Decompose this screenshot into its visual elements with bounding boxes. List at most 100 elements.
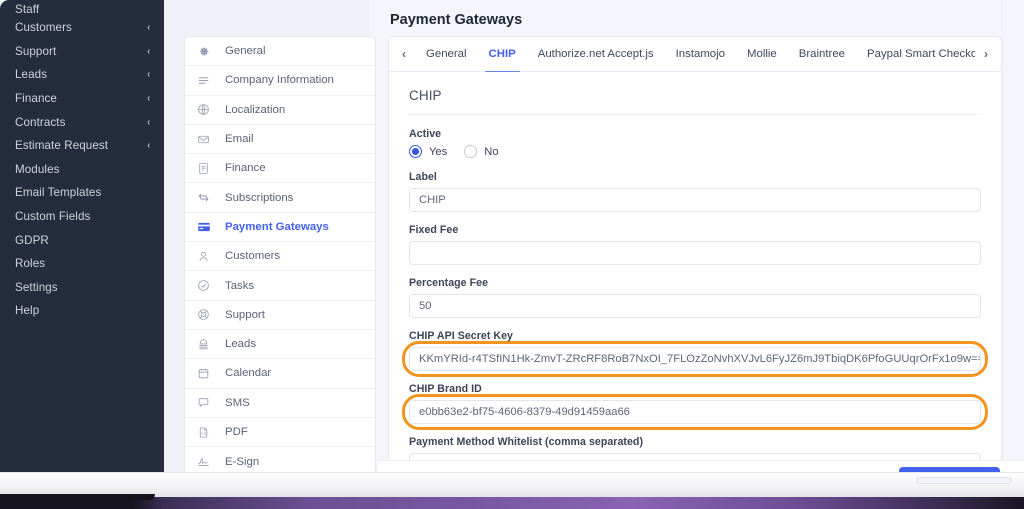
settings-item-tasks[interactable]: Tasks <box>185 271 375 300</box>
nav-item-label: Custom Fields <box>15 210 90 223</box>
field-label-fixed-fee: Fixed Fee <box>409 224 981 236</box>
settings-item-subscriptions[interactable]: Subscriptions <box>185 183 375 212</box>
field-label-percentage-fee: Percentage Fee <box>409 277 981 289</box>
nav-item-label: Settings <box>15 281 58 294</box>
field-label-chip-api-secret-key: CHIP API Secret Key <box>409 330 981 342</box>
settings-item-payment-gateways[interactable]: Payment Gateways <box>185 213 375 242</box>
nav-item-label: Support <box>15 45 56 58</box>
nav-item-finance[interactable]: Finance ‹ <box>0 87 164 111</box>
device-frame-strip <box>0 497 1024 509</box>
nav-item-support[interactable]: Support‹ <box>0 40 164 64</box>
nav-item-estimate-request[interactable]: Estimate Request ‹ <box>0 134 164 158</box>
calendar-icon <box>197 366 216 380</box>
settings-item-finance[interactable]: Finance <box>185 154 375 183</box>
settings-item-support[interactable]: Support <box>185 301 375 330</box>
field-input-percentage-fee[interactable]: 50 <box>409 294 981 318</box>
field-group-fixed-fee: Fixed Fee <box>409 224 981 265</box>
settings-item-label: Company Information <box>225 74 334 86</box>
tab-authorize-net-accept-js[interactable]: Authorize.net Accept.js <box>527 37 665 72</box>
nav-item-label: Help <box>15 304 39 317</box>
settings-item-general[interactable]: General <box>185 37 375 66</box>
tab-label: Instamojo <box>676 48 725 60</box>
nav-item-help[interactable]: Help <box>0 299 164 323</box>
settings-item-label: PDF <box>225 426 248 438</box>
settings-item-label: Finance <box>225 162 266 174</box>
field-group-percentage-fee: Percentage Fee 50 <box>409 277 981 318</box>
settings-item-label: Email <box>225 133 253 145</box>
settings-item-customers[interactable]: Customers <box>185 242 375 271</box>
field-input-chip-api-secret-key[interactable]: KKmYRId-r4TSfIN1Hk-ZmvT-ZRcRF8RoB7NxOI_7… <box>409 347 981 371</box>
form-divider <box>409 114 981 115</box>
tabs-scroll-area[interactable]: GeneralCHIPAuthorize.net Accept.js Instam… <box>415 37 975 72</box>
field-input-label[interactable]: CHIP <box>409 188 981 212</box>
nav-item-label: Staff <box>15 3 39 16</box>
settings-item-calendar[interactable]: Calendar <box>185 359 375 388</box>
page-title: Payment Gateways <box>390 12 522 28</box>
settings-item-label: General <box>225 45 266 57</box>
settings-item-sms[interactable]: SMS <box>185 389 375 418</box>
nav-item-gdpr[interactable]: GDPR <box>0 228 164 252</box>
nav-item-label: Modules <box>15 163 60 176</box>
field-label-payment-method-whitelist-comma-separated: Payment Method Whitelist (comma separate… <box>409 436 981 448</box>
settings-item-label: Subscriptions <box>225 192 293 204</box>
settings-item-label: SMS <box>225 397 250 409</box>
nav-item-customers[interactable]: Customers‹ <box>0 16 164 40</box>
gateway-tabs: ‹ GeneralCHIPAuthorize.net Accept.js Inst… <box>389 37 1001 72</box>
tab-chip[interactable]: CHIP <box>478 37 527 72</box>
form-heading: CHIP <box>409 88 981 114</box>
active-yes-radio[interactable] <box>409 145 422 158</box>
settings-item-localization[interactable]: Localization <box>185 96 375 125</box>
settings-item-email[interactable]: Email <box>185 125 375 154</box>
nav-item-roles[interactable]: Roles <box>0 252 164 276</box>
nav-item-label: Estimate Request <box>15 139 108 152</box>
chevron-left-icon: ‹ <box>147 69 150 80</box>
nav-item-contracts[interactable]: Contracts‹ <box>0 110 164 134</box>
gear-icon <box>197 44 216 58</box>
field-group-chip-brand-id: CHIP Brand ID e0bb63e2-bf75-4606-8379-49d… <box>409 383 981 424</box>
pdf-document-icon: PDF <box>197 425 216 439</box>
field-input-chip-brand-id[interactable]: e0bb63e2-bf75-4606-8379-49d91459aa66 <box>409 400 981 424</box>
chevron-left-icon: ‹ <box>147 22 150 33</box>
nav-item-label: GDPR <box>15 234 49 247</box>
active-label: Active <box>409 128 981 140</box>
tab-instamojo[interactable]: Instamojo <box>665 37 736 72</box>
globe-icon <box>197 103 216 117</box>
tab-braintree[interactable]: Braintree <box>788 37 856 72</box>
envelope-icon <box>197 132 216 146</box>
refresh-cycle-icon <box>197 191 216 205</box>
nav-item-modules[interactable]: Modules <box>0 158 164 182</box>
tabs-next-arrow-icon[interactable]: › <box>975 37 997 71</box>
settings-item-pdf[interactable]: PDF PDF <box>185 418 375 447</box>
settings-item-company-information[interactable]: Company Information <box>185 66 375 95</box>
settings-item-label: Support <box>225 309 265 321</box>
nav-item-custom-fields[interactable]: Custom Fields <box>0 205 164 229</box>
settings-item-leads[interactable]: Leads <box>185 330 375 359</box>
tabs-prev-arrow-icon[interactable]: ‹ <box>393 37 415 71</box>
list-lines-icon <box>197 73 216 87</box>
lifebuoy-icon <box>197 308 216 322</box>
nav-item-leads[interactable]: Leads ‹ <box>0 63 164 87</box>
tab-mollie[interactable]: Mollie <box>736 37 788 72</box>
browser-bottom-tab[interactable] <box>916 477 1012 484</box>
field-input-fixed-fee[interactable] <box>409 241 981 265</box>
chevron-left-icon: ‹ <box>147 93 150 104</box>
tab-label: Paypal Smart Checkout <box>867 48 975 60</box>
nav-item-label: Finance <box>15 92 57 105</box>
nav-item-label: Leads <box>15 68 47 81</box>
tab-paypal-smart-checkout[interactable]: Paypal Smart Checkout <box>856 37 975 72</box>
nav-item-email-templates[interactable]: Email Templates <box>0 181 164 205</box>
svg-text:PDF: PDF <box>201 431 208 435</box>
settings-item-label: Tasks <box>225 280 254 292</box>
nav-item-label: Email Templates <box>15 186 101 199</box>
settings-item-label: Calendar <box>225 367 271 379</box>
settings-menu-card: General Company Information Localization Em… <box>184 36 376 477</box>
settings-item-label: Customers <box>225 250 280 262</box>
nav-item-staff[interactable]: Staff <box>0 0 164 16</box>
tab-general[interactable]: General <box>415 37 478 72</box>
field-label-chip-brand-id: CHIP Brand ID <box>409 383 981 395</box>
nav-item-settings[interactable]: Settings <box>0 276 164 300</box>
chevron-left-icon: ‹ <box>147 140 150 151</box>
settings-item-label: Leads <box>225 338 256 350</box>
active-no-radio[interactable] <box>464 145 477 158</box>
active-radio-group[interactable]: Yes No <box>409 145 981 158</box>
